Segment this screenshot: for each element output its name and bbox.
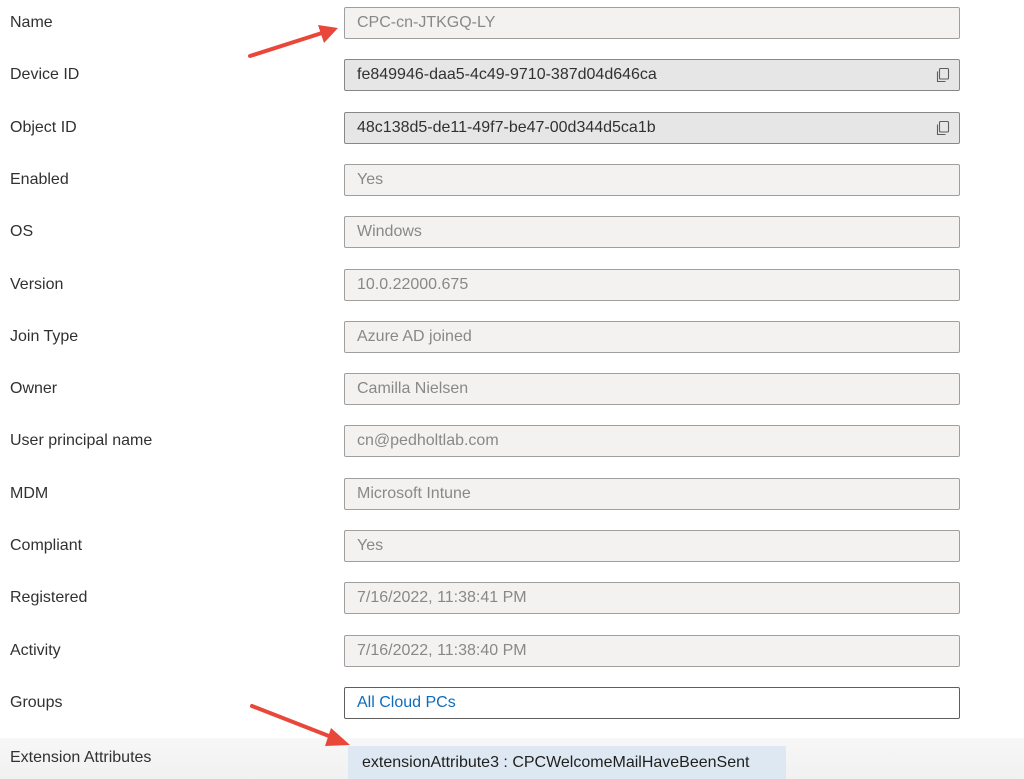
compliant-field: Yes: [344, 530, 960, 562]
property-row-compliant: Compliant Yes: [0, 530, 1024, 562]
property-label: Activity: [10, 642, 61, 659]
property-label: OS: [10, 223, 34, 240]
property-row-join-type: Join Type Azure AD joined: [0, 321, 1024, 353]
property-value: Azure AD joined: [357, 328, 472, 345]
device-id-field[interactable]: fe849946-daa5-4c49-9710-387d04d646ca: [344, 59, 960, 91]
property-value: 7/16/2022, 11:38:41 PM: [357, 589, 527, 606]
name-field: CPC-cn-JTKGQ-LY: [344, 7, 960, 39]
extension-attribute-value: extensionAttribute3 : CPCWelcomeMailHave…: [362, 754, 750, 771]
property-row-mdm: MDM Microsoft Intune: [0, 478, 1024, 510]
extension-attributes-label: Extension Attributes: [10, 749, 152, 766]
property-label: Device ID: [10, 66, 80, 83]
property-row-name: Name CPC-cn-JTKGQ-LY: [0, 7, 1024, 39]
user-principal-name-field: cn@pedholtlab.com: [344, 425, 960, 457]
version-field: 10.0.22000.675: [344, 269, 960, 301]
property-row-groups: Groups All Cloud PCs: [0, 687, 1024, 719]
owner-field: Camilla Nielsen: [344, 373, 960, 405]
property-label: Object ID: [10, 119, 77, 136]
groups-field[interactable]: All Cloud PCs: [344, 687, 960, 719]
property-value: Yes: [357, 171, 384, 188]
group-link[interactable]: All Cloud PCs: [357, 688, 456, 718]
mdm-field: Microsoft Intune: [344, 478, 960, 510]
copy-icon[interactable]: [936, 67, 950, 83]
property-row-owner: Owner Camilla Nielsen: [0, 373, 1024, 405]
registered-field: 7/16/2022, 11:38:41 PM: [344, 582, 960, 614]
object-id-field[interactable]: 48c138d5-de11-49f7-be47-00d344d5ca1b: [344, 112, 960, 144]
property-label: Registered: [10, 589, 88, 606]
property-value: cn@pedholtlab.com: [357, 432, 499, 449]
property-row-object-id: Object ID 48c138d5-de11-49f7-be47-00d344d…: [0, 112, 1024, 144]
property-value: 10.0.22000.675: [357, 276, 469, 293]
property-value: 7/16/2022, 11:38:40 PM: [357, 642, 527, 659]
property-label: Owner: [10, 380, 58, 397]
property-value: Microsoft Intune: [357, 485, 471, 502]
property-row-enabled: Enabled Yes: [0, 164, 1024, 196]
property-row-activity: Activity 7/16/2022, 11:38:40 PM: [0, 635, 1024, 667]
property-label: Enabled: [10, 171, 69, 188]
join-type-field: Azure AD joined: [344, 321, 960, 353]
property-row-version: Version 10.0.22000.675: [0, 269, 1024, 301]
property-label: Join Type: [10, 328, 79, 345]
property-value: 48c138d5-de11-49f7-be47-00d344d5ca1b: [357, 119, 656, 136]
property-row-user-principal-name: User principal name cn@pedholtlab.com: [0, 425, 1024, 457]
activity-field: 7/16/2022, 11:38:40 PM: [344, 635, 960, 667]
property-label: Version: [10, 276, 64, 293]
property-row-device-id: Device ID fe849946-daa5-4c49-9710-387d04d…: [0, 59, 1024, 91]
property-label: Groups: [10, 694, 63, 711]
copy-icon[interactable]: [936, 120, 950, 136]
property-value: Camilla Nielsen: [357, 380, 469, 397]
property-value: fe849946-daa5-4c49-9710-387d04d646ca: [357, 66, 657, 83]
device-properties-page: Name CPC-cn-JTKGQ-LY Device ID fe849946-daa…: [0, 0, 1024, 779]
property-row-os: OS Windows: [0, 216, 1024, 248]
property-value: CPC-cn-JTKGQ-LY: [357, 14, 496, 31]
property-label: Compliant: [10, 537, 83, 554]
extension-attribute-chip: extensionAttribute3 : CPCWelcomeMailHave…: [348, 746, 786, 779]
property-value: Windows: [357, 223, 422, 240]
property-label: MDM: [10, 485, 49, 502]
property-value: Yes: [357, 537, 384, 554]
enabled-field: Yes: [344, 164, 960, 196]
os-field: Windows: [344, 216, 960, 248]
property-row-registered: Registered 7/16/2022, 11:38:41 PM: [0, 582, 1024, 614]
property-label: User principal name: [10, 432, 153, 449]
property-label: Name: [10, 14, 53, 31]
